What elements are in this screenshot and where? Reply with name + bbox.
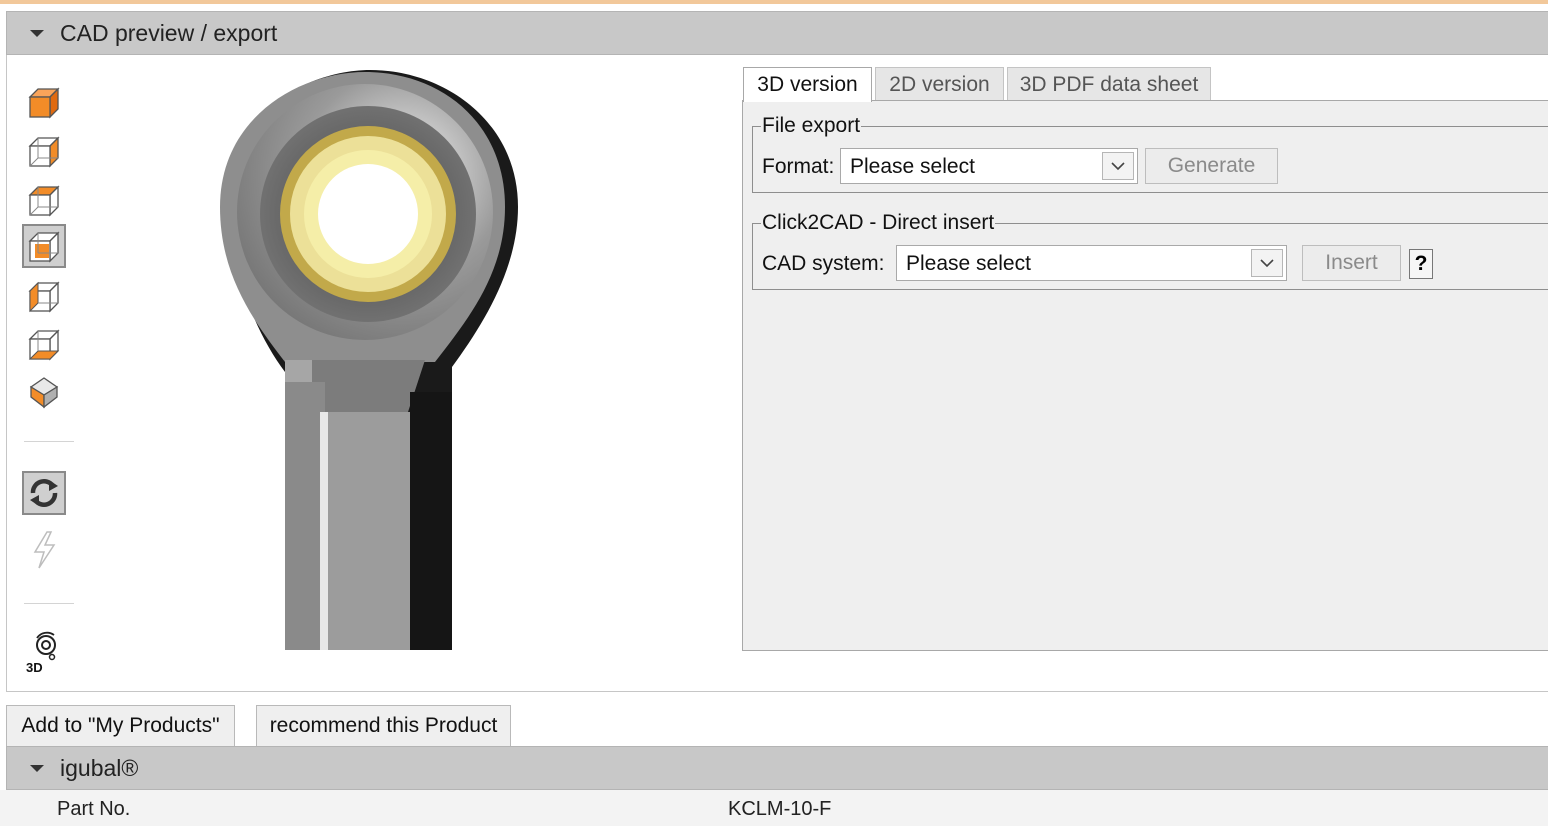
file-export-legend: File export	[761, 114, 862, 138]
lightning-icon[interactable]	[22, 528, 66, 572]
igubal-section-title: igubal®	[60, 754, 139, 781]
chevron-down-icon[interactable]	[1102, 152, 1134, 180]
generate-button[interactable]: Generate	[1145, 148, 1278, 184]
top-accent-line	[0, 0, 1548, 4]
recommend-product-button[interactable]: recommend this Product	[256, 705, 511, 746]
cad-section-header[interactable]: CAD preview / export	[6, 11, 1548, 55]
insert-button[interactable]: Insert	[1302, 245, 1401, 281]
toolbar-divider	[24, 441, 74, 442]
3d-orbit-label: 3D	[26, 660, 43, 675]
igubal-section-header[interactable]: igubal®	[6, 746, 1548, 790]
shaded-view-icon[interactable]	[22, 370, 66, 414]
spec-value: KCLM-10-F	[728, 798, 832, 820]
table-row: Part No. KCLM-10-F	[0, 790, 1548, 826]
help-button[interactable]: ?	[1409, 249, 1433, 279]
tab-3d-version[interactable]: 3D version	[743, 67, 872, 102]
isometric-view-icon[interactable]	[22, 80, 66, 124]
spec-key: Part No.	[57, 798, 131, 820]
cad-section-title: CAD preview / export	[60, 19, 278, 46]
bottom-view-icon[interactable]	[22, 322, 66, 366]
format-label: Format:	[762, 155, 835, 178]
cad-system-select[interactable]: Please select	[896, 245, 1287, 281]
format-select-value: Please select	[850, 155, 975, 178]
chevron-down-icon[interactable]	[1251, 249, 1283, 277]
tab-2d-version[interactable]: 2D version	[875, 67, 1004, 101]
top-view-icon[interactable]	[22, 178, 66, 222]
format-select[interactable]: Please select	[840, 148, 1138, 184]
cad-system-select-value: Please select	[906, 252, 1031, 275]
right-view-icon[interactable]	[22, 224, 66, 268]
collapse-caret-icon[interactable]	[30, 764, 44, 772]
rotate-icon[interactable]	[22, 471, 66, 515]
toolbar-divider	[24, 603, 74, 604]
add-to-my-products-button[interactable]: Add to "My Products"	[6, 705, 235, 746]
click2cad-legend: Click2CAD - Direct insert	[761, 211, 996, 235]
front-view-icon[interactable]	[22, 129, 66, 173]
cad-system-label: CAD system:	[762, 252, 885, 275]
collapse-caret-icon[interactable]	[30, 29, 44, 37]
cad-model-preview[interactable]	[200, 62, 540, 652]
left-view-icon[interactable]	[22, 274, 66, 318]
tab-3d-pdf-data-sheet[interactable]: 3D PDF data sheet	[1007, 67, 1211, 101]
